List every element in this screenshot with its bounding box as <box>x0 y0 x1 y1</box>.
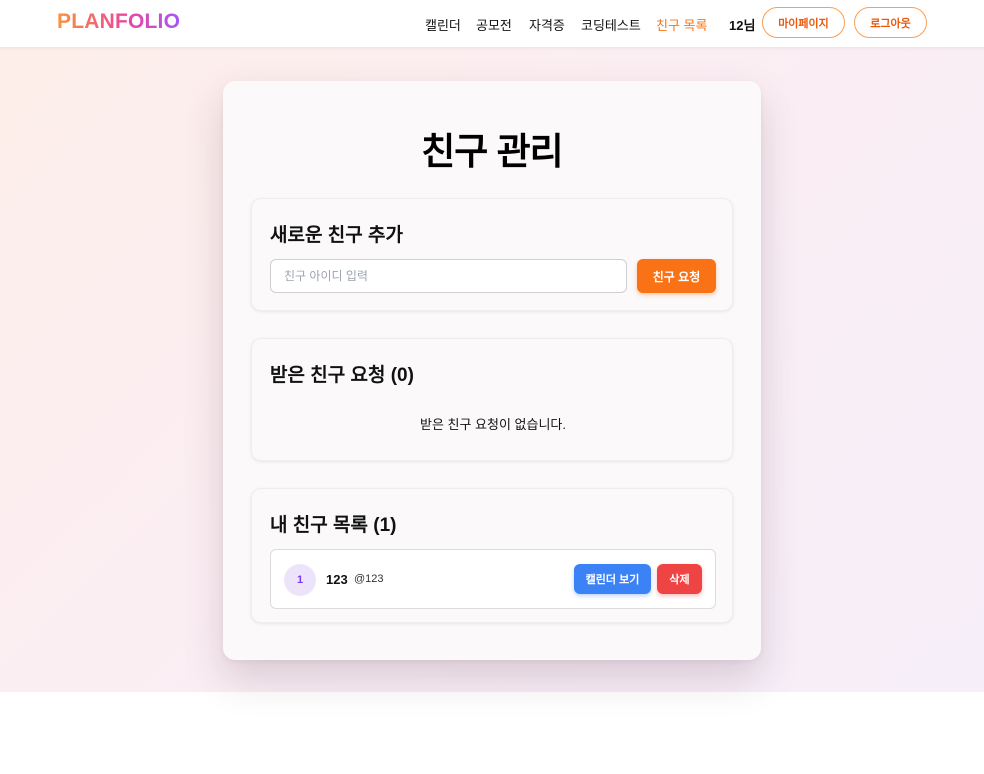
page-title: 친구 관리 <box>421 131 563 172</box>
friend-list-title: 내 친구 목록 (1) <box>270 515 397 536</box>
friend-list-section: 내 친구 목록 (1) 1 123 @123 캘린더 보기 삭제 <box>251 488 733 623</box>
received-requests-section: 받은 친구 요청 (0) 받은 친구 요청이 없습니다. <box>251 338 733 461</box>
friend-request-button[interactable]: 친구 요청 <box>637 259 716 293</box>
delete-friend-button[interactable]: 삭제 <box>657 564 702 594</box>
user-greeting: 12님 <box>729 18 756 33</box>
nav-item-certificates[interactable]: 자격증 <box>529 15 565 34</box>
friend-name: 123 <box>326 572 348 587</box>
mypage-button[interactable]: 마이페이지 <box>762 7 845 38</box>
received-requests-title: 받은 친구 요청 (0) <box>270 365 414 386</box>
add-friend-section: 새로운 친구 추가 친구 요청 <box>251 198 733 311</box>
avatar: 1 <box>284 564 316 596</box>
app-logo[interactable]: PLANFOLIO <box>57 10 180 34</box>
top-navigation-bar: PLANFOLIO 캘린더 공모전 자격증 코딩테스트 친구 목록 12님 마이… <box>0 0 984 48</box>
friend-handle: @123 <box>354 573 384 585</box>
friend-list-item: 1 123 @123 캘린더 보기 삭제 <box>270 549 716 609</box>
friend-management-card: 친구 관리 새로운 친구 추가 친구 요청 받은 친구 요청 (0) 받은 친구… <box>223 81 761 660</box>
nav-item-coding-test[interactable]: 코딩테스트 <box>581 15 641 34</box>
empty-requests-message: 받은 친구 요청이 없습니다. <box>419 417 566 432</box>
add-friend-title: 새로운 친구 추가 <box>270 225 403 246</box>
nav-item-contests[interactable]: 공모전 <box>476 15 512 34</box>
nav-item-friends[interactable]: 친구 목록 <box>656 15 707 34</box>
view-calendar-button[interactable]: 캘린더 보기 <box>574 564 651 594</box>
logout-button[interactable]: 로그아웃 <box>854 7 927 38</box>
nav-item-calendar[interactable]: 캘린더 <box>425 15 461 34</box>
friend-id-input[interactable] <box>270 259 627 293</box>
